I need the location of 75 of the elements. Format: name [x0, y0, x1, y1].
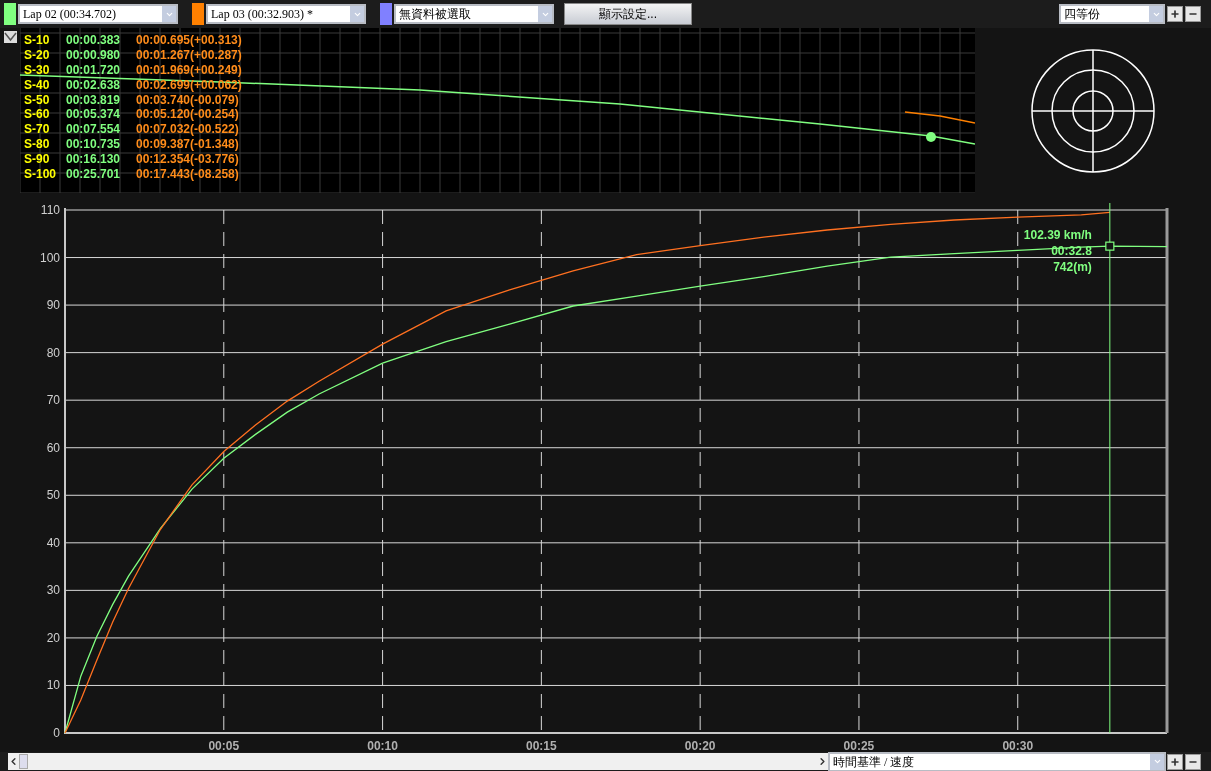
split-label: S-60: [24, 107, 51, 122]
split-comparison: 00:01.267(+00.287): [136, 48, 242, 63]
scroll-right-icon: [817, 756, 828, 767]
scroll-left-icon: [8, 756, 19, 767]
display-settings-button[interactable]: 顯示設定...: [564, 3, 692, 25]
split-time: 00:00.383: [66, 33, 122, 48]
split-label: S-90: [24, 151, 51, 166]
collapse-icon[interactable]: [4, 31, 17, 43]
x-tick-label: 00:10: [367, 739, 398, 752]
cursor-marker[interactable]: [1105, 241, 1115, 251]
x-tick-label: 00:25: [843, 739, 875, 752]
target-icon: [1029, 46, 1157, 175]
split-time: 00:00.980: [66, 48, 122, 63]
y-tick-label: 80: [46, 345, 60, 360]
cursor-time: 00:32.8: [1051, 244, 1092, 259]
y-tick-label: 50: [46, 488, 60, 503]
y-tick-label: 60: [46, 440, 60, 455]
zoom-in-button[interactable]: [1167, 753, 1183, 770]
dropdown-value: Lap 03 (00:32.903) *: [210, 6, 314, 22]
split-label: S-70: [24, 122, 51, 137]
split-comparison: 00:03.740(-00.079): [136, 92, 239, 107]
scroll-thumb[interactable]: [19, 754, 28, 769]
split-time: 00:25.701: [66, 166, 122, 181]
split-comparison: 00:05.120(-00.254): [136, 107, 239, 122]
y-tick-label: 30: [46, 583, 60, 598]
split-time: 00:05.374: [66, 107, 122, 122]
split-time: 00:03.819: [66, 92, 122, 107]
cursor-distance: 742(m): [1053, 260, 1092, 275]
y-tick-label: 110: [40, 203, 60, 217]
cursor-speed: 102.39 km/h: [1023, 228, 1092, 243]
x-tick-label: 00:20: [684, 739, 716, 752]
split-comparison: 00:07.032(-00.522): [136, 122, 239, 137]
split-time: 00:07.554: [66, 122, 122, 137]
dropdown-value: Lap 02 (00:34.702): [22, 6, 117, 22]
dropdown-field[interactable]: Lap 03 (00:32.903) *: [206, 4, 366, 24]
x-tick-label: 00:05: [208, 739, 240, 752]
y-tick-label: 20: [46, 630, 60, 645]
split-comparison: 00:12.354(-03.776): [136, 151, 239, 166]
split-comparison: 00:02.699(+00.062): [136, 77, 242, 92]
plus-icon: [1170, 756, 1180, 767]
x-tick-label: 00:15: [526, 739, 557, 752]
dropdown-value: 時間基準 / 速度: [832, 753, 916, 770]
split-time: 00:16.130: [66, 151, 122, 166]
split-comparison: 00:00.695(+00.313): [136, 33, 242, 48]
split-time: 00:01.720: [66, 63, 122, 77]
split-label: S-80: [24, 136, 51, 151]
dropdown-field[interactable]: 時間基準 / 速度: [828, 751, 1166, 771]
split-comparison: 00:09.387(-01.348): [136, 136, 239, 151]
dropdown-field[interactable]: Lap 02 (00:34.702): [18, 4, 178, 24]
dropdown-field[interactable]: 四等份: [1059, 4, 1165, 24]
horizontal-scrollbar[interactable]: [8, 753, 828, 770]
split-time: 00:02.638: [66, 77, 122, 92]
split-comparison: 00:01.969(+00.249): [136, 63, 242, 77]
dropdown-field[interactable]: 無資料被選取: [394, 4, 554, 24]
y-tick-label: 40: [46, 535, 60, 550]
y-tick-label: 0: [53, 726, 60, 740]
zoom-out-button[interactable]: [1185, 753, 1201, 770]
y-tick-label: 10: [46, 678, 60, 693]
zoom-in-button[interactable]: [1167, 6, 1183, 22]
plus-icon: [1170, 9, 1180, 19]
split-label: S-10: [24, 33, 51, 48]
dropdown-value: 四等份: [1063, 6, 1101, 22]
split-label: S-50: [24, 92, 51, 107]
y-tick-label: 90: [46, 298, 60, 313]
split-label: S-30: [24, 63, 51, 77]
split-comparison: 00:17.443(-08.258): [136, 166, 239, 181]
x-tick-label: 00:30: [1002, 739, 1034, 752]
y-tick-label: 70: [46, 393, 60, 408]
split-label: S-20: [24, 48, 51, 63]
dropdown-value: 無資料被選取: [398, 6, 472, 22]
y-tick-label: 100: [39, 250, 60, 265]
split-label: S-100: [24, 166, 58, 181]
split-time: 00:10.735: [66, 136, 122, 151]
cursor-line[interactable]: [1109, 202, 1111, 734]
split-label: S-40: [24, 77, 51, 92]
